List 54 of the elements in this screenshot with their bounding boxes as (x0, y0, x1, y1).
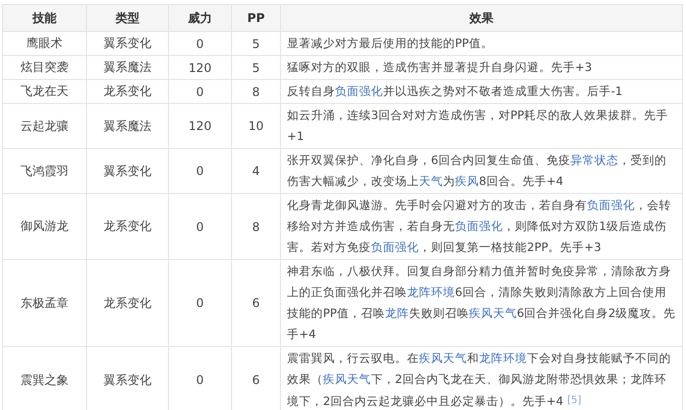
table-cell: 云起龙骧 (2, 104, 86, 148)
table-cell: 4 (232, 148, 280, 194)
term-link[interactable]: 疾风 (455, 174, 479, 188)
column-header: 效果 (280, 4, 682, 32)
effect-cell: 神君东临，八极伏拜。回复自身部分精力值并暂时免疫异常，清除敌方身上的正负面强化并召唤龙阵环境6回合，清除失败则清除敌方上回合使用技能的PP值，召唤龙阵失败则召唤疾风天气6回合并强化自身2级魔攻。先手+4 (280, 260, 682, 346)
term-link[interactable]: 负面强化 (335, 84, 383, 98)
term-link[interactable]: 负面强化 (587, 198, 635, 212)
effect-cell: 猛啄对方的双眼，造成伤害并显著提升自身闪避。先手+3 (280, 56, 682, 80)
table-cell: 龙系变化 (86, 260, 168, 346)
table-cell: 10 (232, 104, 280, 148)
table-cell: 6 (232, 260, 280, 346)
column-header: 类型 (86, 4, 168, 32)
table-cell: 0 (168, 148, 232, 194)
table-cell: 5 (232, 56, 280, 80)
term-link[interactable]: 疾风天气 (468, 306, 517, 320)
table-cell: 8 (232, 80, 280, 104)
table-cell: 0 (168, 32, 232, 56)
term-link[interactable]: 龙阵 (384, 306, 409, 320)
term-link[interactable]: 龙阵环境 (407, 285, 455, 299)
table-cell: 翼系魔法 (86, 104, 168, 148)
column-header: 技能 (2, 4, 86, 32)
effect-cell: 如云升涌，连续3回合对对方造成伤害，对PP耗尽的敌人效果拔群。先手+1 (280, 104, 682, 148)
table-cell: 5 (232, 32, 280, 56)
table-cell: 翼系变化 (86, 32, 168, 56)
table-cell: 鹰眼术 (2, 32, 86, 56)
table-cell: 飞龙在天 (2, 80, 86, 104)
table-cell: 8 (232, 194, 280, 260)
table-cell: 龙系变化 (86, 80, 168, 104)
term-link[interactable]: 负面强化 (455, 219, 503, 233)
effect-cell: 化身青龙御风遨游。先手时会闪避对方的攻击，若自身有负面强化，会转移给对方并造成伤害，若自身无负面强化，则降低对方双防1级后造成伤害。若对方免疫负面强化，则回复第一格技能2PP。先手+3 (280, 194, 682, 260)
table-cell: 龙系变化 (86, 194, 168, 260)
term-link[interactable]: 异常状态 (570, 153, 618, 167)
table-cell: 御风游龙 (2, 194, 86, 260)
table-cell: 震巽之象 (2, 346, 86, 410)
term-link[interactable]: 龙阵环境 (479, 351, 527, 365)
term-link[interactable]: 疾风天气 (419, 351, 467, 365)
table-cell: 0 (168, 260, 232, 346)
table-cell: 0 (168, 194, 232, 260)
effect-cell: 显著减少对方最后使用的技能的PP值。 (280, 32, 682, 56)
table-cell: 120 (168, 56, 232, 80)
table-cell: 120 (168, 104, 232, 148)
table-cell: 飞鸿霞羽 (2, 148, 86, 194)
table-cell: 东极孟章 (2, 260, 86, 346)
table-cell: 炫目突袭 (2, 56, 86, 80)
table-cell: 翼系魔法 (86, 56, 168, 80)
term-link[interactable]: 天气 (419, 174, 443, 188)
effect-cell: 反转自身负面强化并以迅疾之势对不敬者造成重大伤害。后手-1 (280, 80, 682, 104)
column-header: PP (232, 4, 280, 32)
term-link[interactable]: 疾风天气 (323, 372, 371, 386)
term-link[interactable]: 负面强化 (371, 240, 419, 254)
table-cell: 翼系变化 (86, 148, 168, 194)
table-cell: 0 (168, 80, 232, 104)
column-header: 威力 (168, 4, 232, 32)
effect-cell: 张开双翼保护、净化自身，6回合内回复生命值、免疫异常状态，受到的伤害大幅减少，改变场上天气为疾风8回合。先手+4 (280, 148, 682, 194)
